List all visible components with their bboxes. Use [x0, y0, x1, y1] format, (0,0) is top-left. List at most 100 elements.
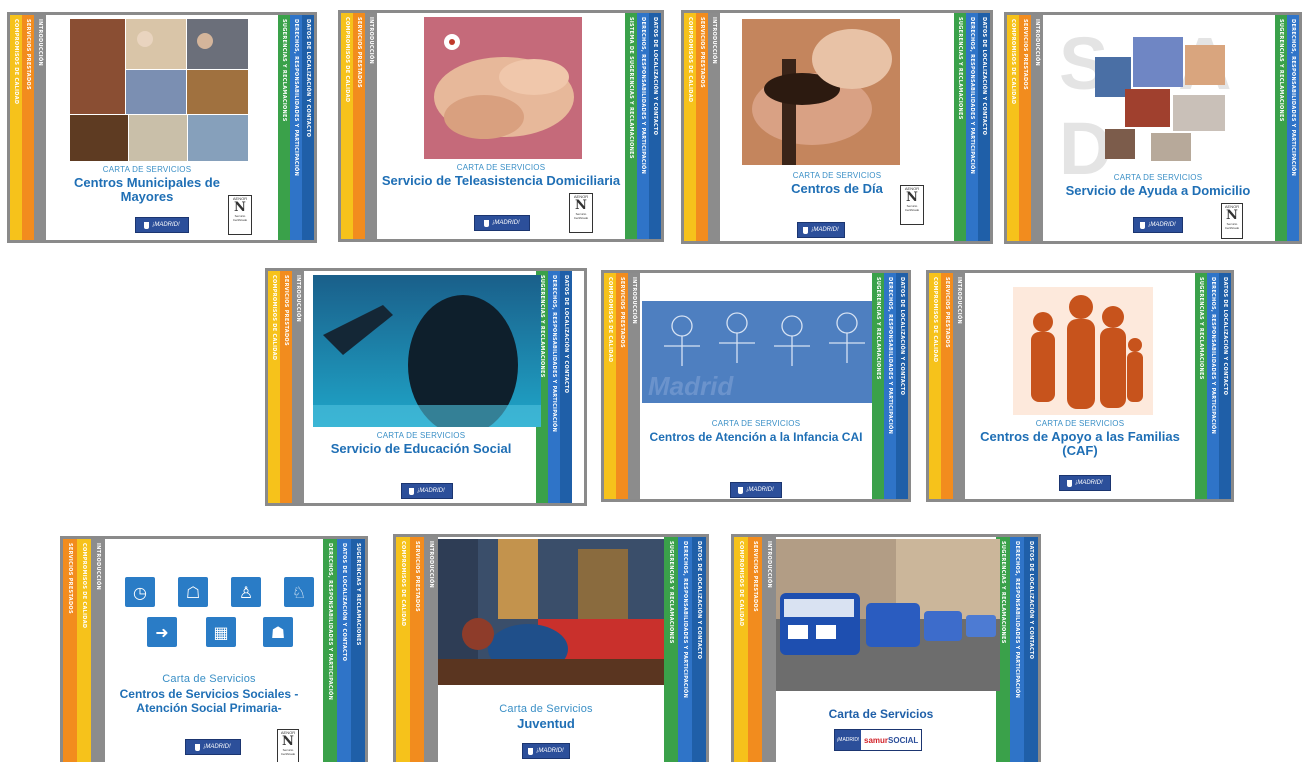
madrid-logo-text: ¡MADRID! [203, 744, 231, 750]
card-text: Carta de Servicios [734, 707, 1038, 721]
madrid-logo: ¡MADRID! [1059, 475, 1111, 491]
card-text: CARTA DE SERVICIOS Servicio de Educación… [268, 431, 584, 456]
card-text: Carta de Servicios Centros de Servicios … [63, 673, 365, 715]
stripe-servicios: SERVICIOS PRESTADOS [63, 539, 77, 762]
stripe-sugerencias: SUGERENCIAS Y RECLAMACIONES [278, 15, 290, 240]
stripe-servicios: SERVICIOS PRESTADOS [280, 271, 292, 503]
photo-youth-collage [438, 539, 664, 685]
stripe-compromisos: COMPROMISOS DE CALIDAD [684, 13, 696, 241]
shield-icon [738, 486, 744, 494]
stripe-label: SERVICIOS PRESTADOS [67, 543, 73, 614]
card-title: Centros de Servicios Sociales -Atención … [119, 687, 299, 715]
madrid-logo-text: ¡MADRID! [492, 220, 520, 226]
photo-underwater [313, 275, 541, 427]
stripe-compromisos: COMPROMISOS DE CALIDAD [1007, 15, 1019, 241]
counsel-icon: ☗ [263, 617, 293, 647]
stripe-compromisos: COMPROMISOS DE CALIDAD [268, 271, 280, 503]
card-samur-social[interactable]: COMPROMISOS DE CALIDAD SERVICIOS PRESTAD… [731, 534, 1041, 762]
stripe-label: DERECHOS, RESPONSABILIDADES Y PARTICIPAC… [887, 277, 893, 435]
card-title: Juventud [517, 716, 575, 731]
shield-icon [1140, 221, 1146, 229]
card-text: CARTA DE SERVICIOS Servicio de Teleasist… [341, 163, 661, 188]
aenor-seal: AENOR N Servicio Certificado [277, 729, 299, 762]
stripe-datos: DATOS DE LOCALIZACIÓN Y CONTACTO [560, 271, 572, 503]
shield-icon [528, 747, 534, 755]
stripe-label: SERVICIOS PRESTADOS [356, 17, 362, 88]
stripe-label: DATOS DE LOCALIZACIÓN Y CONTACTO [1028, 541, 1034, 660]
card-educacion-social[interactable]: COMPROMISOS DE CALIDAD SERVICIOS PRESTAD… [265, 268, 587, 506]
stripe-label: INTRODUCCIÓN [766, 541, 772, 589]
stripe-servicios: SERVICIOS PRESTADOS [353, 13, 365, 239]
group-icon: ♙ [231, 577, 261, 607]
stripe-label: DERECHOS, RESPONSABILIDADES Y PARTICIPAC… [293, 19, 299, 177]
madrid-logo-text: ¡MADRID! [746, 487, 774, 493]
aenor-bottom: Servicio Certificado [280, 748, 296, 756]
stripe-derechos: DERECHOS, RESPONSABILIDADES Y PARTICIPAC… [548, 271, 560, 503]
stripe-label: DATOS DE LOCALIZACIÓN Y CONTACTO [696, 541, 702, 660]
stripe-label: DATOS DE LOCALIZACIÓN Y CONTACTO [899, 277, 905, 396]
stripe-compromisos: COMPROMISOS DE CALIDAD [341, 13, 353, 239]
aenor-mark: N [575, 198, 587, 213]
madrid-logo-text: ¡MADRID! [1148, 222, 1176, 228]
card-teleasistencia[interactable]: COMPROMISOS DE CALIDAD SERVICIOS PRESTAD… [338, 10, 664, 242]
stripe-compromisos: COMPROMISOS DE CALIDAD [10, 15, 22, 240]
stripe-datos: DATOS DE LOCALIZACIÓN Y CONTACTO [896, 273, 908, 499]
stripe-compromisos: COMPROMISOS DE CALIDAD [734, 537, 748, 762]
stripe-label: COMPROMISOS DE CALIDAD [607, 277, 613, 363]
madrid-logo: ¡MADRID! [474, 215, 530, 231]
stripe-sistema: SISTEMA DE SUGERENCIAS Y RECLAMACIONES [625, 13, 637, 239]
stripe-label: INTRODUCCIÓN [368, 17, 374, 65]
stripe-servicios: SERVICIOS PRESTADOS [748, 537, 762, 762]
aenor-bottom: Servicio Certificado [1224, 222, 1240, 230]
card-centros-dia[interactable]: COMPROMISOS DE CALIDAD SERVICIOS PRESTAD… [681, 10, 993, 244]
stripe-label: INTRODUCCIÓN [711, 17, 717, 65]
card-servicios-sociales[interactable]: SERVICIOS PRESTADOS COMPROMISOS DE CALID… [60, 536, 368, 762]
madrid-watermark: Madrid [648, 371, 734, 401]
aenor-seal: AENOR N Servicio Certificado [900, 185, 924, 225]
stripe-label: DERECHOS, RESPONSABILIDADES Y PARTICIPAC… [1210, 277, 1216, 435]
stripe-label: DERECHOS, RESPONSABILIDADES Y PARTICIPAC… [640, 17, 646, 175]
card-apoyo-familias[interactable]: COMPROMISOS DE CALIDAD SERVICIOS PRESTAD… [926, 270, 1234, 502]
stripe-datos: DATOS DE LOCALIZACIÓN Y CONTACTO [337, 539, 351, 762]
madrid-logo-text: ¡MADRID! [536, 748, 564, 754]
shield-icon [144, 221, 150, 229]
photo-family-silhouette [1013, 287, 1153, 415]
stripe-introduccion: INTRODUCCIÓN [1031, 15, 1043, 241]
card-infancia-cai[interactable]: COMPROMISOS DE CALIDAD SERVICIOS PRESTAD… [601, 270, 911, 502]
photo-cane [742, 19, 900, 165]
stripe-label: SUGERENCIAS Y RECLAMACIONES [1000, 541, 1006, 644]
stripe-label: SERVICIOS PRESTADOS [25, 19, 31, 90]
card-subtitle: CARTA DE SERVICIOS [792, 171, 882, 180]
stripe-introduccion: INTRODUCCIÓN [628, 273, 640, 499]
aenor-mark: N [234, 200, 246, 215]
stripe-compromisos: COMPROMISOS DE CALIDAD [604, 273, 616, 499]
stripe-introduccion: INTRODUCCIÓN [708, 13, 720, 241]
shield-icon [1067, 479, 1073, 487]
card-subtitle: CARTA DE SERVICIOS [1113, 173, 1203, 182]
stripe-label: SERVICIOS PRESTADOS [1022, 19, 1028, 90]
card-subtitle: CARTA DE SERVICIOS [376, 431, 466, 440]
photo-children-drawing: Madrid [642, 301, 872, 403]
training-icon: ▦ [206, 617, 236, 647]
stripe-label: DERECHOS, RESPONSABILIDADES Y PARTICIPAC… [551, 275, 557, 433]
shield-icon [803, 226, 809, 234]
madrid-logo: ¡MADRID! [185, 739, 241, 755]
stripe-introduccion: INTRODUCCIÓN [34, 15, 46, 240]
stripe-derechos: DERECHOS, RESPONSABILIDADES Y PARTICIPAC… [323, 539, 337, 762]
aenor-seal: AENOR N Servicio Certificado [228, 195, 252, 235]
stripe-datos: DATOS DE LOCALIZACIÓN Y CONTACTO [302, 15, 314, 240]
card-centros-mayores[interactable]: COMPROMISOS DE CALIDAD SERVICIOS PRESTAD… [7, 12, 317, 243]
samur-wordmark: samur SOCIAL [861, 730, 922, 750]
card-title: Servicio de Ayuda a Domicilio [1065, 183, 1251, 198]
samur-prefix: samur [864, 735, 889, 745]
photo-samur-vans [776, 539, 1000, 691]
card-subtitle: CARTA DE SERVICIOS [456, 163, 546, 172]
stripe-derechos: DERECHOS, RESPONSABILIDADES Y PARTICIPAC… [884, 273, 896, 499]
stripe-label: SUGERENCIAS Y RECLAMACIONES [1198, 277, 1204, 380]
samur-suffix: SOCIAL [888, 735, 919, 745]
card-subtitle: CARTA DE SERVICIOS [711, 419, 801, 428]
aenor-mark: N [282, 734, 294, 749]
card-text: CARTA DE SERVICIOS Centros de Atención a… [604, 419, 908, 444]
card-juventud[interactable]: COMPROMISOS DE CALIDAD SERVICIOS PRESTAD… [393, 534, 709, 762]
card-ayuda-domicilio[interactable]: COMPROMISOS DE CALIDAD SERVICIOS PRESTAD… [1004, 12, 1302, 244]
